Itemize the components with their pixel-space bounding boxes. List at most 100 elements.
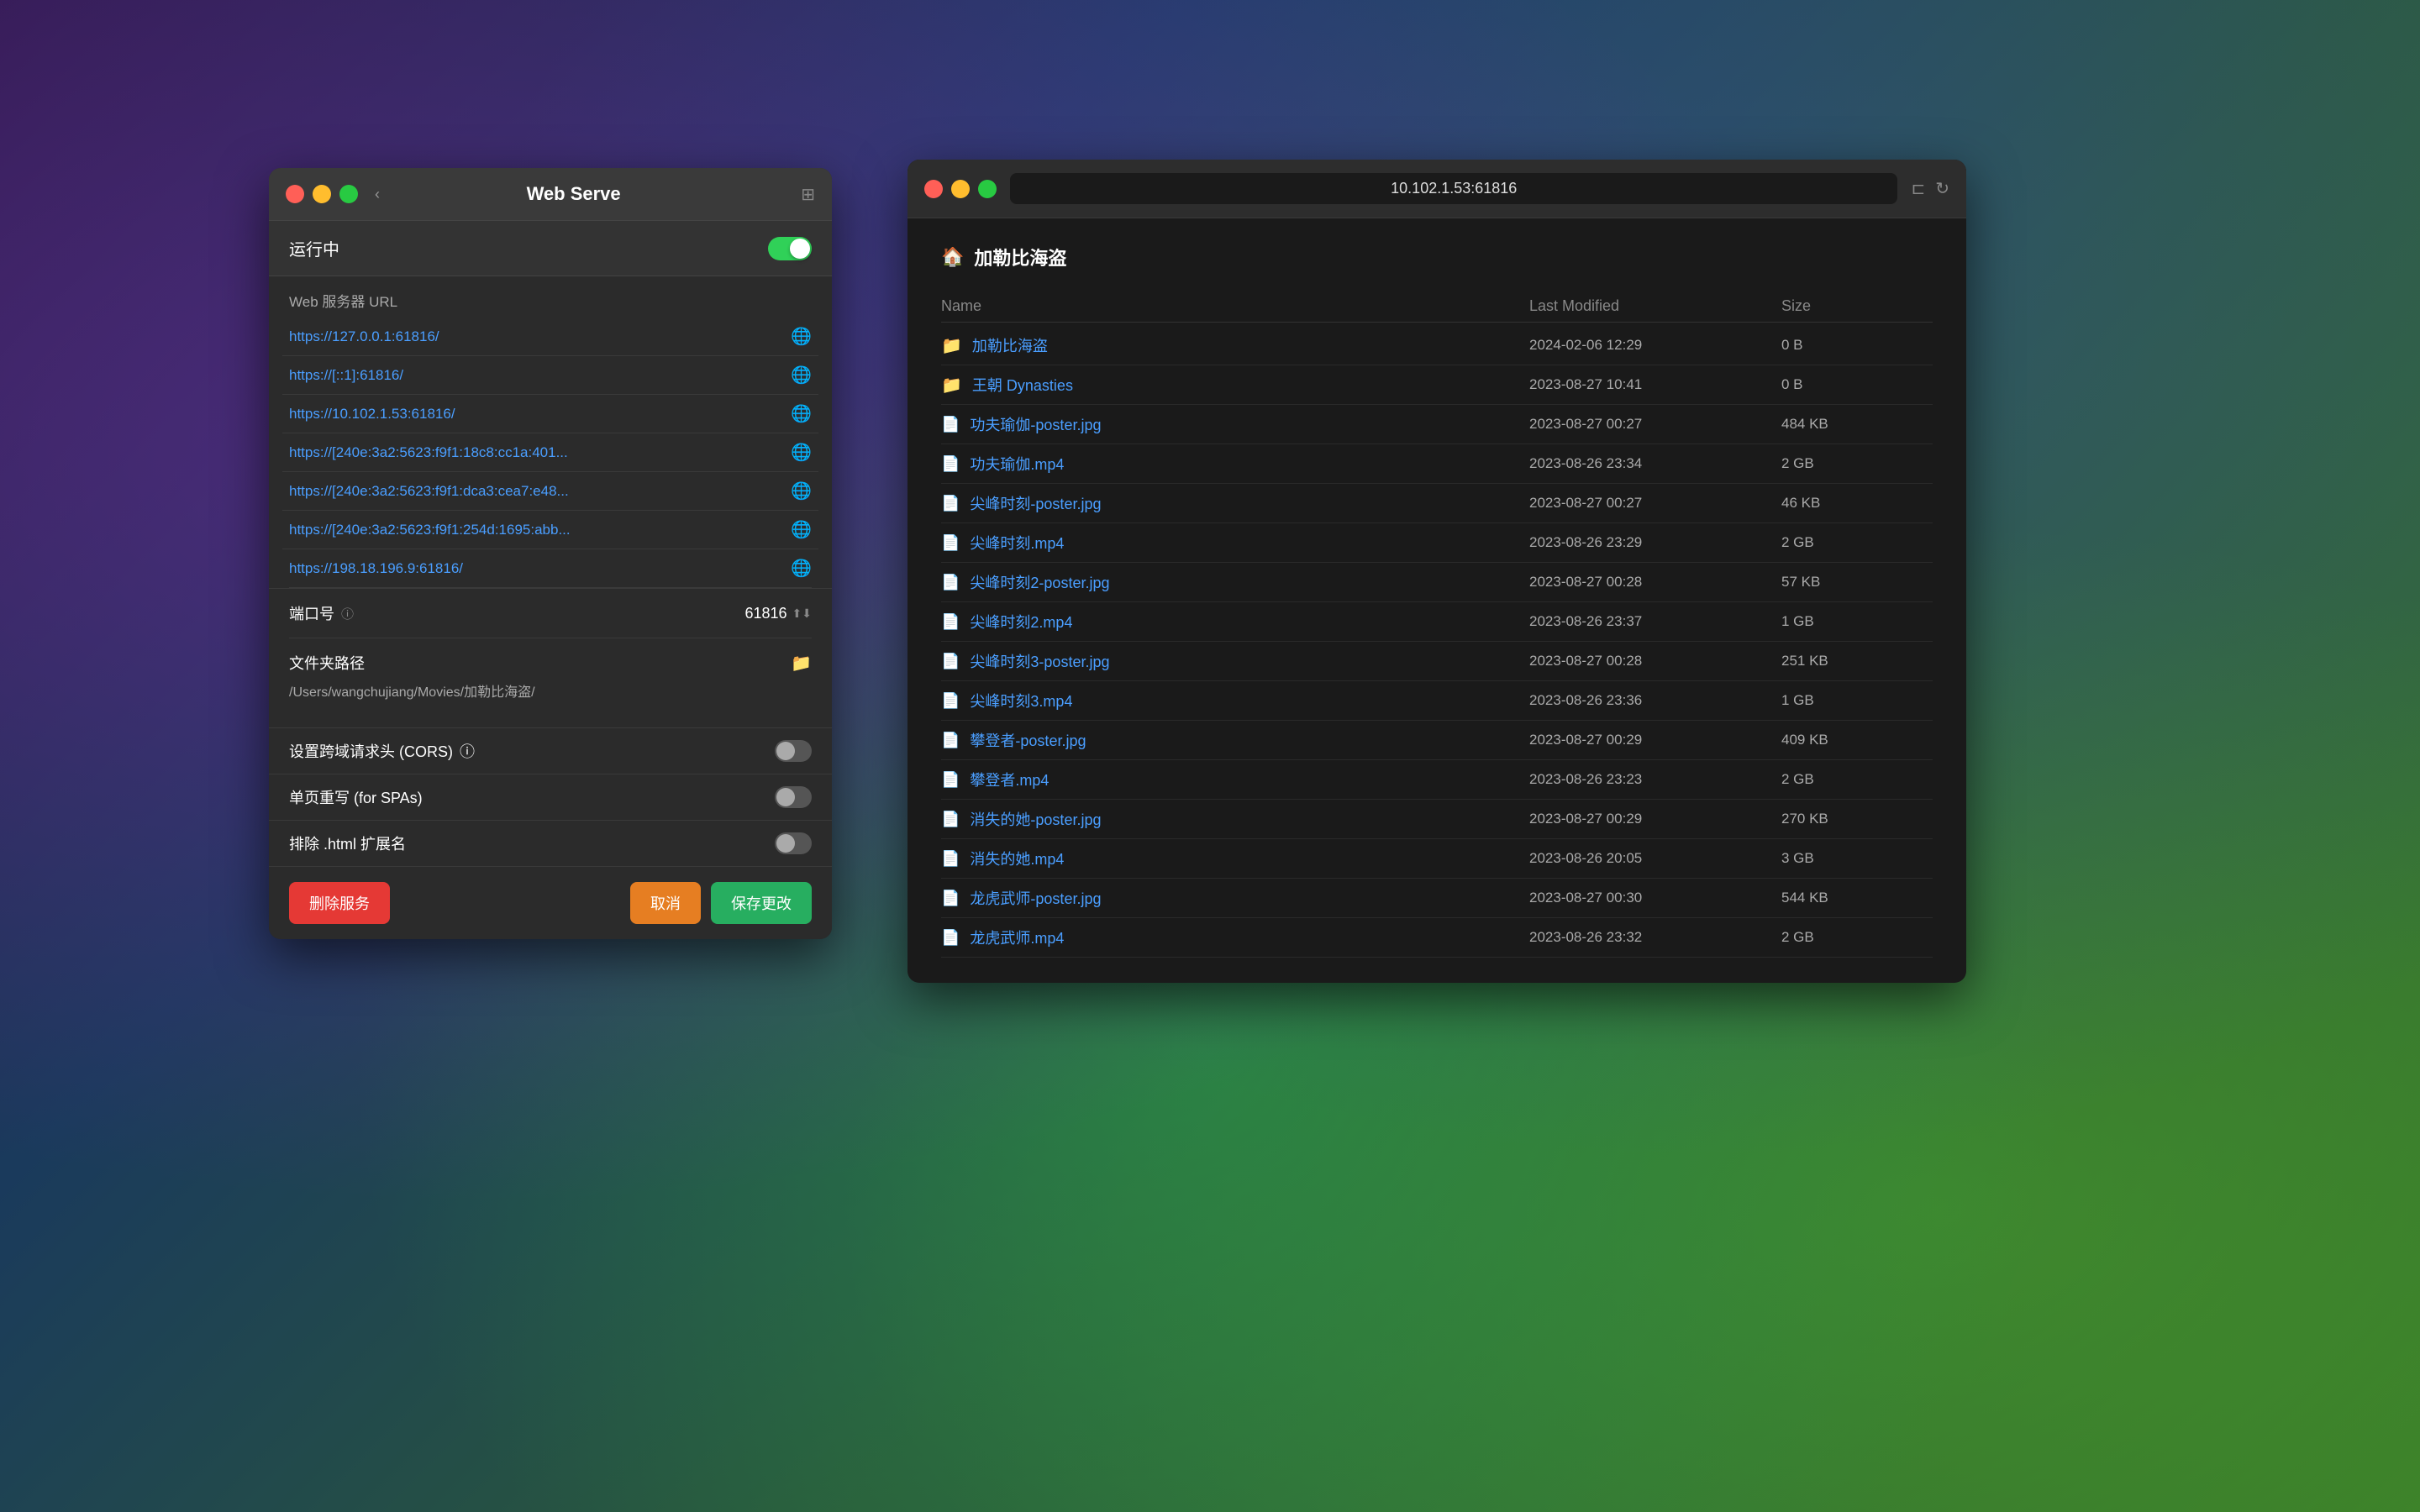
table-row[interactable]: 📄 消失的她-poster.jpg 2023-08-27 00:29 270 K…: [941, 800, 1933, 839]
url-text-4: https://[240e:3a2:5623:f9f1:18c8:cc1a:40…: [289, 444, 782, 461]
browser-close-button[interactable]: [924, 180, 943, 198]
file-doc-icon: 📄: [941, 455, 960, 473]
file-date: 2023-08-27 00:27: [1529, 495, 1781, 512]
file-size: 1 GB: [1781, 613, 1933, 630]
table-row[interactable]: 📄 尖峰时刻3.mp4 2023-08-26 23:36 1 GB: [941, 681, 1933, 721]
file-size: 0 B: [1781, 376, 1933, 393]
table-row[interactable]: 📄 功夫瑜伽-poster.jpg 2023-08-27 00:27 484 K…: [941, 405, 1933, 444]
status-toggle[interactable]: [768, 237, 812, 260]
file-date: 2023-08-26 23:34: [1529, 455, 1781, 472]
file-name-cell: 📄 功夫瑜伽.mp4: [941, 453, 1529, 475]
file-date: 2023-08-27 00:28: [1529, 653, 1781, 669]
refresh-icon[interactable]: ↻: [1935, 178, 1949, 199]
port-row: 端口号 ⓘ 61816 ⬆⬇: [289, 602, 812, 624]
url-item-1[interactable]: https://127.0.0.1:61816/ 🌐: [282, 318, 818, 356]
browser-address-bar[interactable]: 10.102.1.53:61816: [1010, 173, 1897, 204]
status-label: 运行中: [289, 236, 339, 260]
cors-label: 设置跨域请求头 (CORS) ⓘ: [289, 740, 475, 762]
file-name-cell: 📄 尖峰时刻2.mp4: [941, 611, 1529, 633]
file-doc-icon: 📄: [941, 929, 960, 947]
globe-icon-3: 🌐: [791, 403, 812, 424]
table-row[interactable]: 📄 尖峰时刻-poster.jpg 2023-08-27 00:27 46 KB: [941, 484, 1933, 523]
file-date: 2023-08-26 23:23: [1529, 771, 1781, 788]
url-item-3[interactable]: https://10.102.1.53:61816/ 🌐: [282, 395, 818, 433]
back-button[interactable]: ‹: [375, 186, 380, 203]
port-label: 端口号 ⓘ: [289, 602, 354, 624]
globe-icon-1: 🌐: [791, 326, 812, 347]
table-row[interactable]: 📄 龙虎武师.mp4 2023-08-26 23:32 2 GB: [941, 918, 1933, 958]
table-row[interactable]: 📄 尖峰时刻2.mp4 2023-08-26 23:37 1 GB: [941, 602, 1933, 642]
file-name-cell: 📄 尖峰时刻3-poster.jpg: [941, 650, 1529, 672]
globe-icon-2: 🌐: [791, 365, 812, 386]
table-row[interactable]: 📄 攀登者-poster.jpg 2023-08-27 00:29 409 KB: [941, 721, 1933, 760]
globe-icon-7: 🌐: [791, 558, 812, 579]
exclude-html-toggle[interactable]: [775, 832, 812, 854]
spa-toggle[interactable]: [775, 786, 812, 808]
file-date: 2023-08-27 00:28: [1529, 574, 1781, 591]
folder-section: 文件夹路径 📁 /Users/wangchujiang/Movies/加勒比海盗…: [289, 638, 812, 714]
folder-icon[interactable]: 📁: [791, 653, 812, 674]
exclude-html-label: 排除 .html 扩展名: [289, 832, 406, 854]
file-size: 46 KB: [1781, 495, 1933, 512]
url-text-5: https://[240e:3a2:5623:f9f1:dca3:cea7:e4…: [289, 483, 782, 500]
file-doc-icon: 📄: [941, 653, 960, 670]
cors-help-icon[interactable]: ⓘ: [460, 740, 475, 762]
port-stepper[interactable]: ⬆⬇: [792, 606, 812, 621]
file-date: 2023-08-27 10:41: [1529, 376, 1781, 393]
cancel-button[interactable]: 取消: [630, 882, 701, 924]
url-item-4[interactable]: https://[240e:3a2:5623:f9f1:18c8:cc1a:40…: [282, 433, 818, 472]
file-date: 2023-08-26 23:37: [1529, 613, 1781, 630]
window-content: 运行中 Web 服务器 URL https://127.0.0.1:61816/…: [269, 221, 832, 866]
file-name-cell: 📄 攀登者-poster.jpg: [941, 729, 1529, 751]
file-doc-icon: 📄: [941, 732, 960, 749]
table-row[interactable]: 📄 攀登者.mp4 2023-08-26 23:23 2 GB: [941, 760, 1933, 800]
port-value: 61816 ⬆⬇: [744, 605, 812, 622]
file-size: 1 GB: [1781, 692, 1933, 709]
file-date: 2023-08-26 23:32: [1529, 929, 1781, 946]
delete-button[interactable]: 删除服务: [289, 882, 390, 924]
table-row[interactable]: 📄 尖峰时刻.mp4 2023-08-26 23:29 2 GB: [941, 523, 1933, 563]
file-size: 409 KB: [1781, 732, 1933, 748]
file-size: 2 GB: [1781, 455, 1933, 472]
col-header-date: Last Modified: [1529, 297, 1781, 315]
traffic-lights: [286, 185, 358, 203]
file-date: 2023-08-26 23:36: [1529, 692, 1781, 709]
port-help-icon[interactable]: ⓘ: [341, 605, 354, 622]
table-row[interactable]: 📁 王朝 Dynasties 2023-08-27 10:41 0 B: [941, 365, 1933, 405]
table-row[interactable]: 📄 功夫瑜伽.mp4 2023-08-26 23:34 2 GB: [941, 444, 1933, 484]
window-title: Web Serve: [390, 183, 757, 205]
share-icon[interactable]: ⊏: [1911, 178, 1925, 199]
browser-minimize-button[interactable]: [951, 180, 970, 198]
url-item-5[interactable]: https://[240e:3a2:5623:f9f1:dca3:cea7:e4…: [282, 472, 818, 511]
url-item-7[interactable]: https://198.18.196.9:61816/ 🌐: [282, 549, 818, 587]
file-date: 2023-08-26 20:05: [1529, 850, 1781, 867]
table-row[interactable]: 📄 龙虎武师-poster.jpg 2023-08-27 00:30 544 K…: [941, 879, 1933, 918]
cors-toggle[interactable]: [775, 740, 812, 762]
table-row[interactable]: 📄 尖峰时刻2-poster.jpg 2023-08-27 00:28 57 K…: [941, 563, 1933, 602]
minimize-button[interactable]: [313, 185, 331, 203]
home-icon[interactable]: 🏠: [941, 246, 964, 268]
table-row[interactable]: 📁 加勒比海盗 2024-02-06 12:29 0 B: [941, 326, 1933, 365]
table-row[interactable]: 📄 消失的她.mp4 2023-08-26 20:05 3 GB: [941, 839, 1933, 879]
maximize-button[interactable]: [339, 185, 358, 203]
save-button[interactable]: 保存更改: [711, 882, 812, 924]
file-name-cell: 📁 加勒比海盗: [941, 334, 1529, 356]
grid-icon[interactable]: ⊞: [801, 184, 815, 205]
web-serve-window: ‹ Web Serve ⊞ 运行中 Web 服务器 URL https://12…: [269, 168, 832, 939]
file-size: 2 GB: [1781, 929, 1933, 946]
url-item-2[interactable]: https://[::1]:61816/ 🌐: [282, 356, 818, 395]
url-section-header: Web 服务器 URL: [269, 276, 832, 318]
url-item-6[interactable]: https://[240e:3a2:5623:f9f1:254d:1695:ab…: [282, 511, 818, 549]
table-row[interactable]: 📄 尖峰时刻3-poster.jpg 2023-08-27 00:28 251 …: [941, 642, 1933, 681]
file-name-cell: 📄 消失的她.mp4: [941, 848, 1529, 869]
status-row: 运行中: [269, 221, 832, 276]
browser-maximize-button[interactable]: [978, 180, 997, 198]
file-size: 270 KB: [1781, 811, 1933, 827]
folder-header: 文件夹路径 📁: [289, 652, 812, 674]
close-button[interactable]: [286, 185, 304, 203]
exclude-html-row: 排除 .html 扩展名: [269, 820, 832, 866]
cors-row: 设置跨域请求头 (CORS) ⓘ: [269, 727, 832, 774]
folder-label: 文件夹路径: [289, 652, 365, 674]
globe-icon-4: 🌐: [791, 442, 812, 463]
file-size: 251 KB: [1781, 653, 1933, 669]
